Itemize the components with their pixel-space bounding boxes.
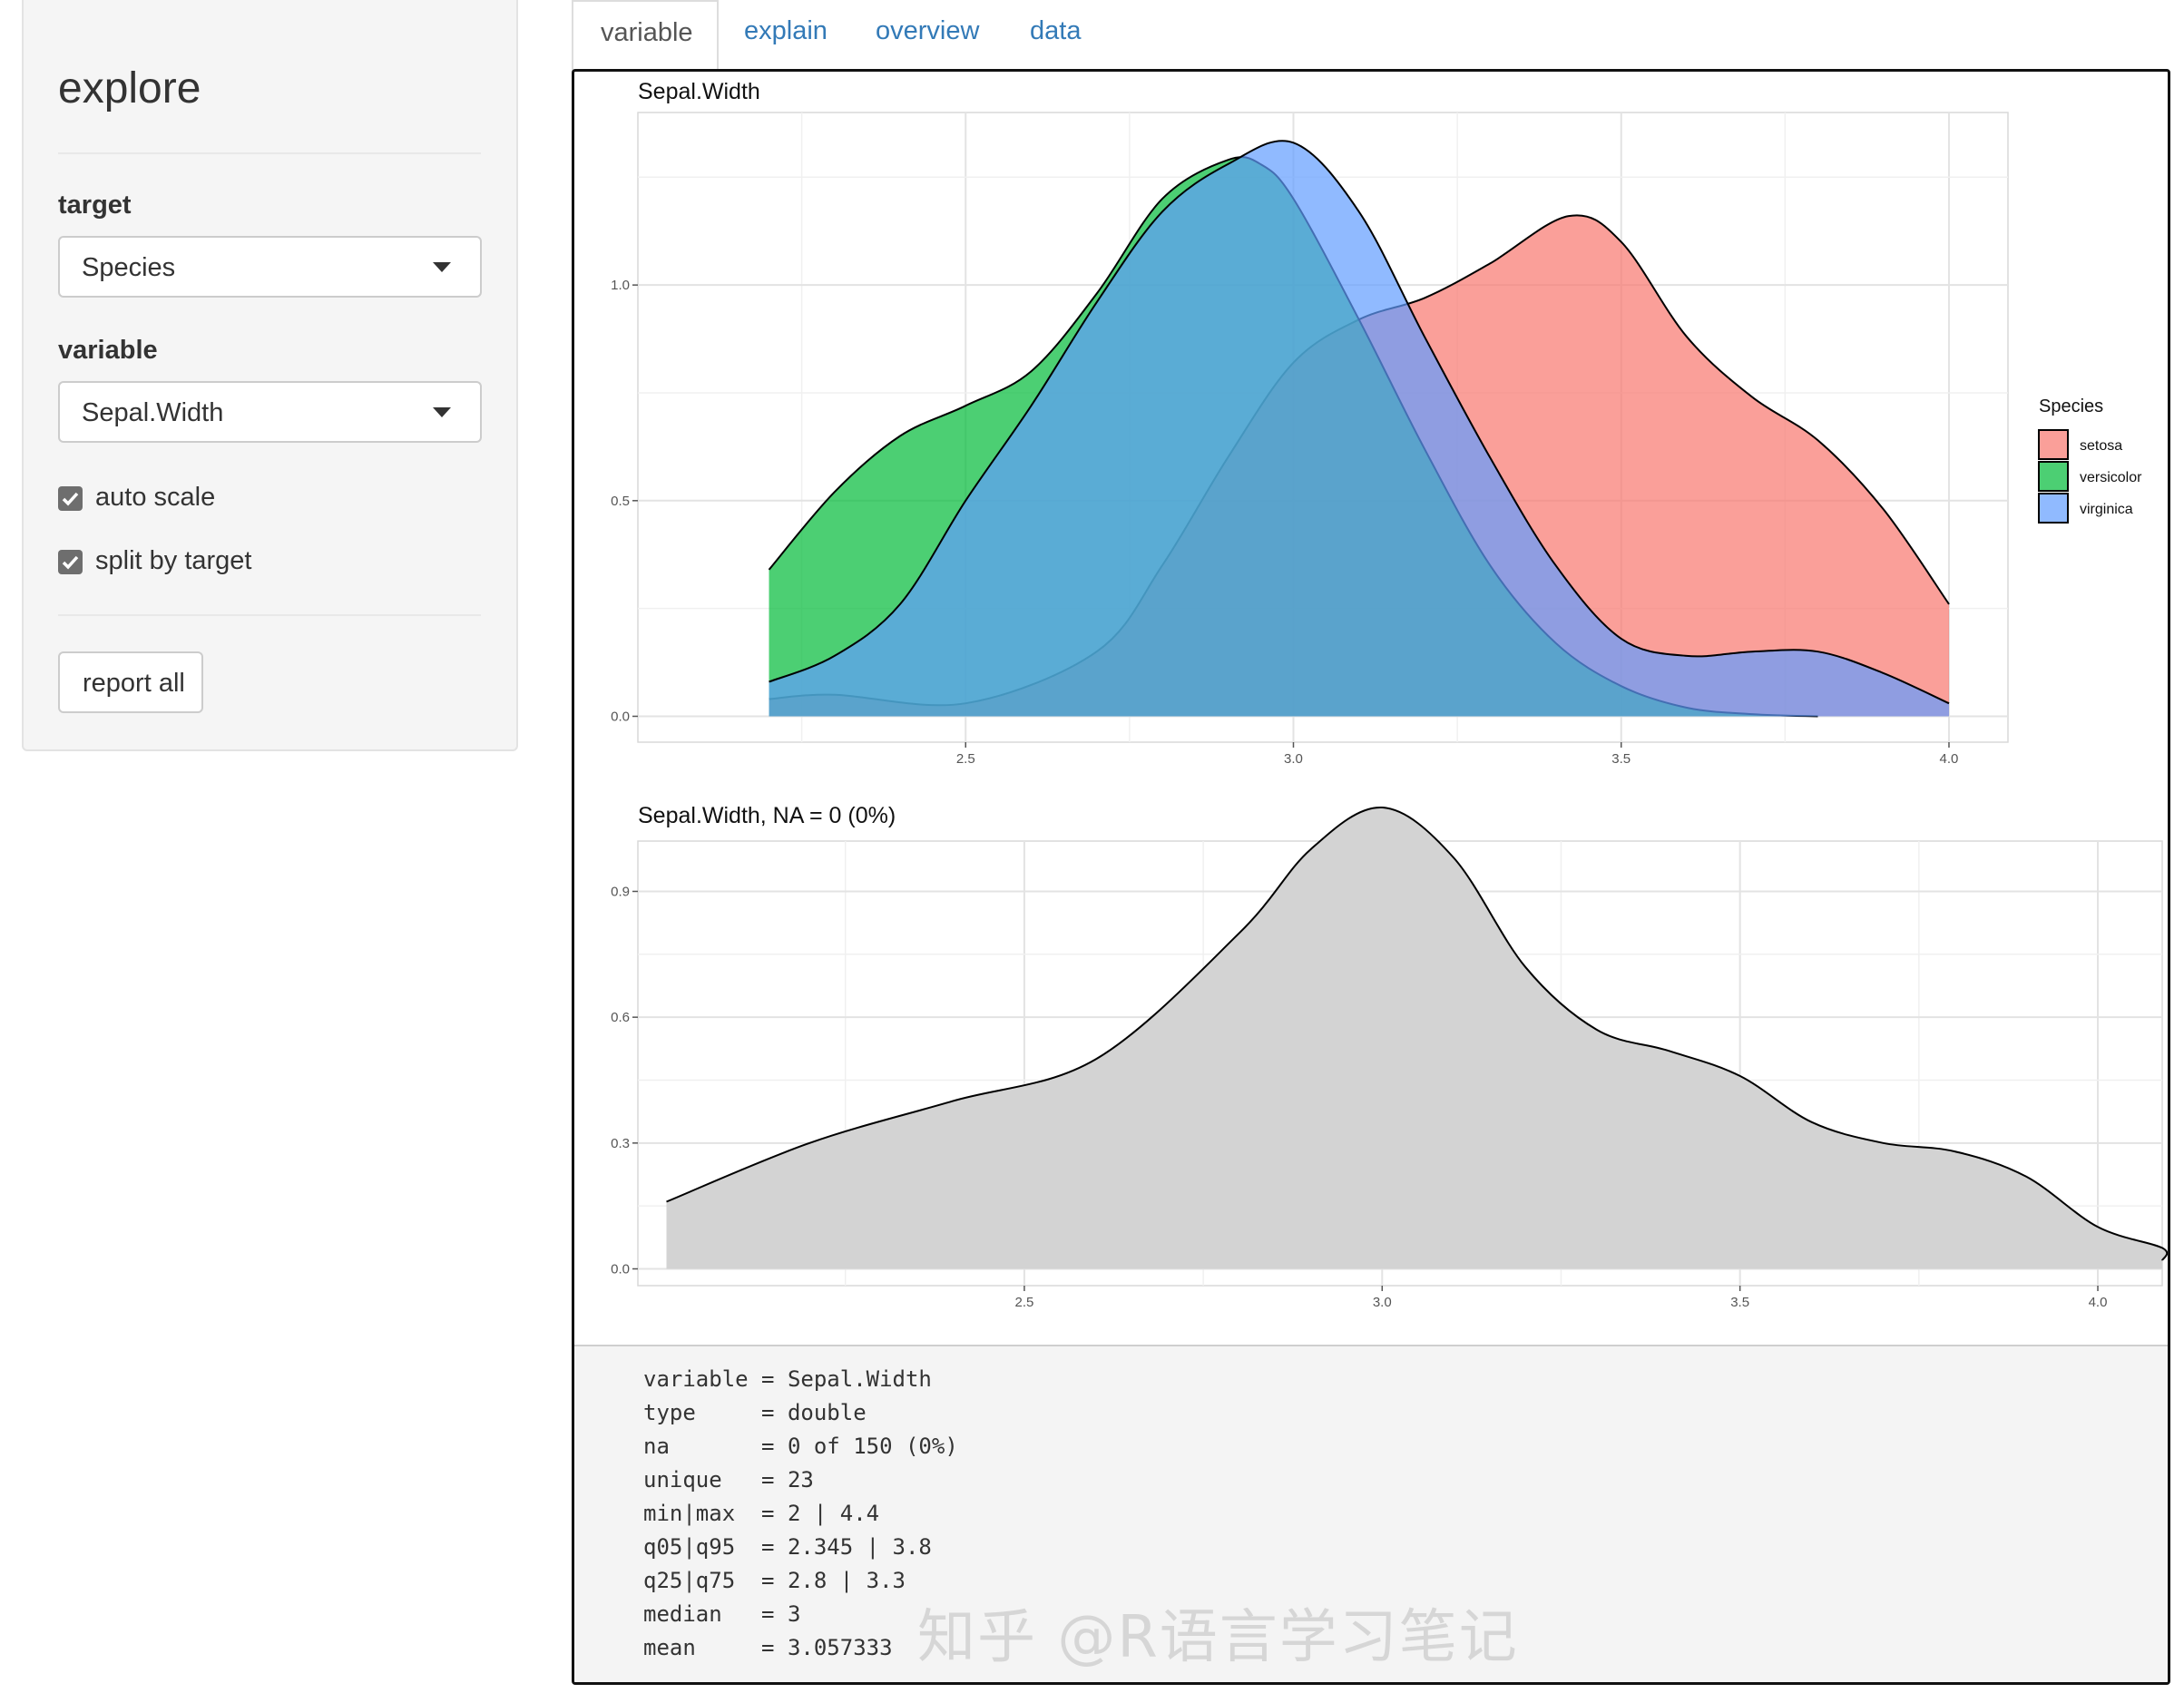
- watermark: 知乎 @R语言学习笔记: [917, 1604, 1519, 1671]
- target-label: target: [58, 191, 132, 220]
- y-tick-label: 1.0: [611, 278, 630, 293]
- variable-select[interactable]: Sepal.Width: [58, 381, 482, 443]
- split-by-target-label: split by target: [95, 546, 252, 575]
- legend-key: [2038, 493, 2069, 524]
- report-all-button[interactable]: report all: [58, 651, 203, 713]
- report-all-button-label: report all: [83, 669, 185, 698]
- chevron-down-icon: [433, 262, 451, 272]
- variable-label: variable: [58, 336, 158, 365]
- legend-key: [2038, 461, 2069, 492]
- summary-line: variable = Sepal.Width: [643, 1366, 932, 1392]
- main-panel: Sepal.Width 2.5 3.0 3.5 4.0 0.0 0.5 1.0 Species s…: [572, 69, 2170, 1685]
- tab-explain-label: explain: [744, 16, 828, 45]
- summary-line: min|max = 2 | 4.4: [643, 1501, 880, 1526]
- target-select[interactable]: Species: [58, 236, 482, 298]
- legend-label: virginica: [2080, 502, 2133, 517]
- tab-variable-label: variable: [601, 18, 693, 47]
- summary-line: mean = 3.057333: [643, 1635, 893, 1660]
- x-tick-label: 4.0: [1940, 751, 1959, 767]
- x-tick-label: 2.5: [956, 751, 975, 767]
- x-tick-label: 2.5: [1014, 1295, 1033, 1310]
- density-plots: Sepal.Width 2.5 3.0 3.5 4.0 0.0 0.5 1.0 Species s…: [611, 79, 2168, 1310]
- y-tick-label: 0.0: [611, 709, 630, 724]
- checkbox-checked-icon[interactable]: [58, 550, 83, 574]
- legend-title: Species: [2039, 396, 2103, 416]
- tab-overview[interactable]: overview: [862, 0, 1007, 71]
- sidebar-panel: explore target Species variable Sepal.Wi…: [22, 0, 518, 751]
- x-tick-label: 3.5: [1730, 1295, 1749, 1310]
- divider: [58, 614, 481, 616]
- x-tick-label: 3.5: [1611, 751, 1631, 767]
- tab-variable[interactable]: variable: [572, 0, 719, 71]
- y-tick-label: 0.5: [611, 494, 630, 509]
- tab-explain[interactable]: explain: [726, 0, 853, 71]
- legend-key: [2038, 429, 2069, 460]
- summary-line: unique = 23: [643, 1467, 814, 1493]
- summary-line: q25|q75 = 2.8 | 3.3: [643, 1568, 906, 1593]
- tab-overview-label: overview: [876, 16, 980, 45]
- target-select-value: Species: [82, 253, 176, 282]
- summary-line: median = 3: [643, 1601, 801, 1627]
- x-tick-label: 3.0: [1373, 1295, 1392, 1310]
- app-title: explore: [58, 64, 201, 113]
- y-tick-label: 0.9: [611, 884, 630, 899]
- legend-label: setosa: [2080, 438, 2122, 454]
- x-tick-label: 3.0: [1284, 751, 1303, 767]
- summary-line: type = double: [643, 1400, 867, 1425]
- y-tick-label: 0.3: [611, 1136, 630, 1151]
- tab-bar: variable explain overview data: [572, 0, 2170, 71]
- checkbox-checked-icon[interactable]: [58, 486, 83, 511]
- y-tick-label: 0.0: [611, 1262, 630, 1277]
- y-tick-label: 0.6: [611, 1010, 630, 1025]
- x-tick-label: 4.0: [2089, 1295, 2108, 1310]
- tab-data[interactable]: data: [1016, 0, 1107, 71]
- summary-line: na = 0 of 150 (0%): [643, 1434, 958, 1459]
- chart-title: Sepal.Width: [638, 79, 760, 104]
- auto-scale-label: auto scale: [95, 483, 216, 512]
- legend-label: versicolor: [2080, 470, 2142, 485]
- divider: [58, 152, 481, 154]
- summary-line: q05|q95 = 2.345 | 3.8: [643, 1534, 932, 1560]
- variable-select-value: Sepal.Width: [82, 398, 224, 427]
- tab-data-label: data: [1030, 16, 1082, 45]
- chevron-down-icon: [433, 407, 451, 417]
- chart-title: Sepal.Width, NA = 0 (0%): [638, 803, 896, 828]
